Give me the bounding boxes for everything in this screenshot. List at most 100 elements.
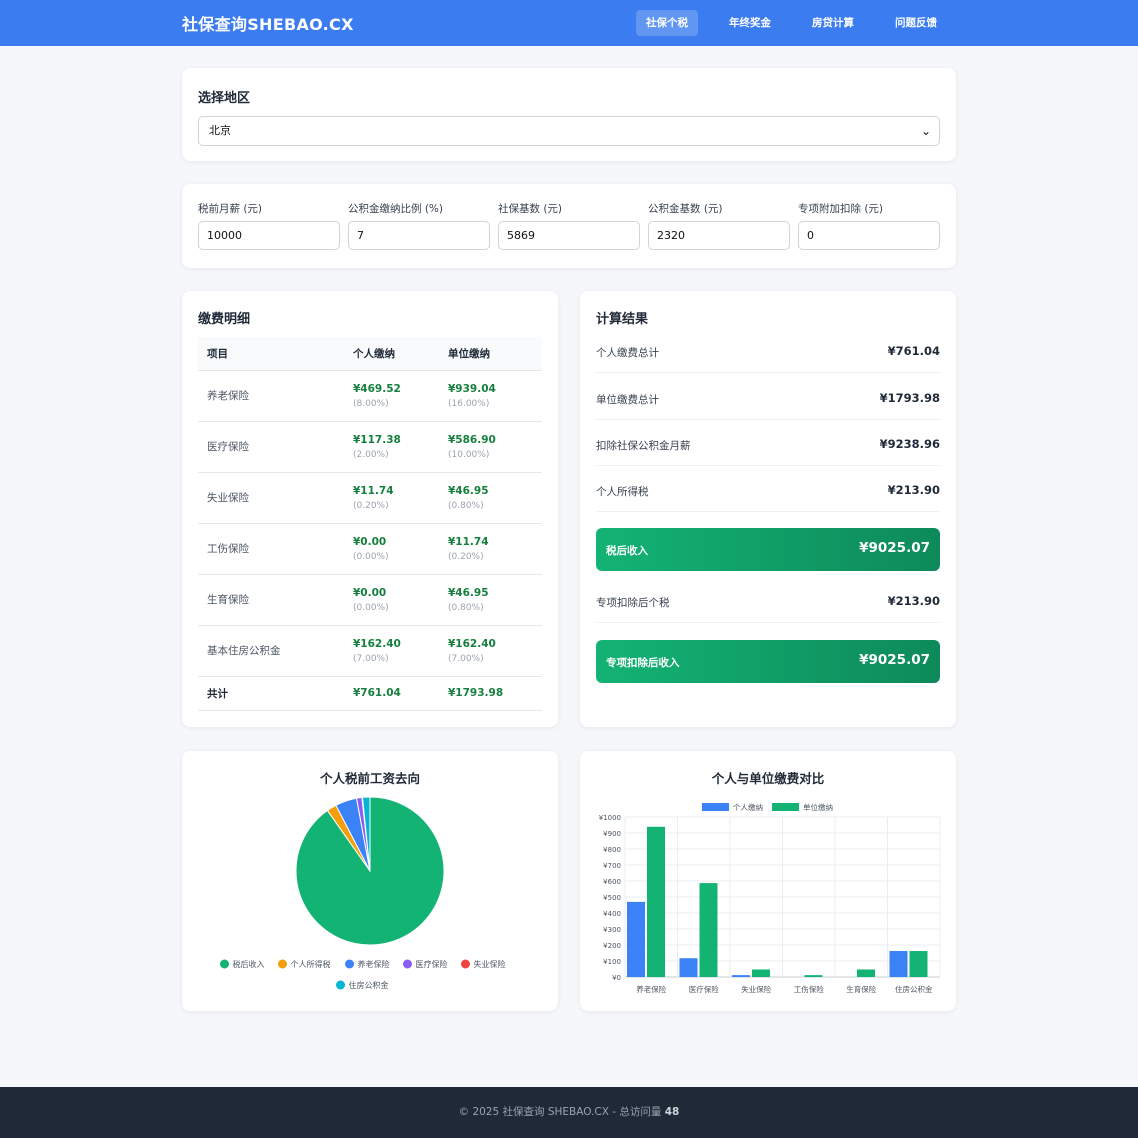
table-row: 医疗保险 ¥117.38 (2.00%) ¥586.90 (10.00%) (198, 421, 542, 473)
col-header-personal: 个人缴纳 (344, 337, 439, 371)
personal-percent: (8.00%) (353, 398, 389, 409)
legend-label: 个人缴纳 (733, 802, 763, 812)
legend-label: 养老保险 (358, 959, 390, 969)
y-tick-label: ¥300 (603, 926, 621, 934)
table-row: 生育保险 ¥0.00 (0.00%) ¥46.95 (0.80%) (198, 574, 542, 626)
row-personal: ¥469.52 (8.00%) (344, 370, 439, 422)
nav-link-feedback[interactable]: 问题反馈 (885, 10, 947, 36)
region-card: 选择地区 北京 ⌄ (182, 68, 956, 161)
x-tick-label: 住房公积金 (895, 984, 933, 994)
special-income-value: ¥9025.07 (859, 652, 930, 668)
legend-item[interactable]: 医疗保险 (403, 959, 448, 969)
top-navbar: 社保查询SHEBAO.CX 社保个税 年终奖金 房贷计算 问题反馈 (0, 0, 1138, 46)
fund-ratio-input[interactable]: 7 (348, 221, 490, 250)
nav-link-mortgage[interactable]: 房贷计算 (802, 10, 864, 36)
x-tick-label: 工伤保险 (794, 984, 824, 994)
row-item: 失业保险 (198, 472, 344, 524)
salary-flow-chart-card: 个人税前工资去向 税后收入 个人所得税 养老保险 医疗保险 失业保险 住房公积金 (182, 751, 558, 1011)
y-tick-label: ¥1000 (599, 814, 621, 822)
total-company: ¥1793.98 (439, 676, 542, 711)
brand-logo[interactable]: 社保查询SHEBAO.CX (182, 11, 354, 35)
personal-percent: (2.00%) (353, 449, 389, 460)
footer-text: © 2025 社保查询 SHEBAO.CX - 总访问量 (458, 1106, 662, 1118)
row-company: ¥162.40 (7.00%) (439, 625, 542, 677)
legend-item[interactable]: 失业保险 (461, 959, 506, 969)
personal-amount: ¥162.40 (353, 637, 401, 650)
visit-count: 48 (664, 1106, 680, 1118)
x-tick-label: 医疗保险 (689, 984, 719, 994)
col-header-company: 单位缴纳 (439, 337, 542, 371)
personal-percent: (0.20%) (353, 500, 389, 511)
row-personal: ¥0.00 (0.00%) (344, 574, 439, 626)
company-amount: ¥46.95 (448, 586, 489, 599)
legend-label: 税后收入 (233, 959, 265, 969)
personal-amount: ¥0.00 (353, 586, 387, 599)
field-fund-base: 公积金基数 (元) 2320 (648, 201, 790, 250)
row-personal: ¥117.38 (2.00%) (344, 421, 439, 473)
field-social-base: 社保基数 (元) 5869 (498, 201, 640, 250)
legend-swatch (220, 959, 229, 969)
y-tick-label: ¥600 (603, 878, 621, 886)
row-personal: ¥0.00 (0.00%) (344, 523, 439, 575)
company-percent: (0.80%) (448, 500, 484, 511)
legend-swatch (403, 959, 412, 969)
result-value: ¥213.90 (887, 483, 940, 497)
company-percent: (10.00%) (448, 449, 490, 460)
chevron-down-icon: ⌄ (920, 124, 931, 138)
detail-table: 项目 个人缴纳 单位缴纳 养老保险 ¥469.52 (8.00%) ¥939.04… (198, 337, 542, 711)
table-row: 养老保险 ¥469.52 (8.00%) ¥939.04 (16.00%) (198, 370, 542, 422)
result-label: 单位缴费总计 (596, 394, 659, 406)
total-personal-amount: ¥761.04 (353, 687, 401, 699)
personal-amount: ¥11.74 (353, 484, 394, 497)
company-amount: ¥939.04 (448, 382, 496, 395)
personal-percent: (7.00%) (353, 653, 389, 664)
personal-amount: ¥469.52 (353, 382, 401, 395)
legend-item[interactable]: 单位缴纳 (772, 802, 833, 812)
y-tick-label: ¥100 (603, 958, 621, 966)
legend-item[interactable]: 个人所得税 (278, 959, 331, 969)
company-percent: (16.00%) (448, 398, 490, 409)
result-row-income-tax: 个人所得税 ¥213.90 (596, 476, 940, 512)
field-salary: 税前月薪 (元) 10000 (198, 201, 340, 250)
region-select[interactable]: 北京 ⌄ (198, 116, 940, 146)
legend-swatch (461, 959, 470, 969)
row-personal: ¥162.40 (7.00%) (344, 625, 439, 677)
row-personal: ¥11.74 (0.20%) (344, 472, 439, 524)
y-tick-label: ¥700 (603, 862, 621, 870)
region-selected-value: 北京 (209, 124, 231, 137)
row-company: ¥939.04 (16.00%) (439, 370, 542, 422)
footer: © 2025 社保查询 SHEBAO.CX - 总访问量 48 (0, 1087, 1138, 1138)
salary-label: 税前月薪 (元) (198, 203, 263, 215)
result-value: ¥213.90 (887, 594, 940, 608)
company-percent: (0.20%) (448, 551, 484, 562)
social-base-input[interactable]: 5869 (498, 221, 640, 250)
fund-ratio-label: 公积金缴纳比例 (%) (348, 203, 444, 215)
result-label: 扣除社保公积金月薪 (596, 440, 691, 452)
result-title: 计算结果 (596, 312, 649, 327)
nav-link-social-tax[interactable]: 社保个税 (636, 10, 698, 36)
fund-base-input[interactable]: 2320 (648, 221, 790, 250)
legend-swatch (278, 959, 287, 969)
row-item: 基本住房公积金 (198, 625, 344, 677)
personal-amount: ¥0.00 (353, 535, 387, 548)
personal-percent: (0.00%) (353, 551, 389, 562)
legend-item[interactable]: 养老保险 (345, 959, 390, 969)
legend-item[interactable]: 个人缴纳 (702, 802, 763, 812)
total-company-amount: ¥1793.98 (448, 687, 504, 699)
y-tick-label: ¥800 (603, 846, 621, 854)
row-item: 养老保险 (198, 370, 344, 422)
legend-item[interactable]: 住房公积金 (336, 980, 389, 990)
result-label: 专项扣除后个税 (596, 597, 670, 609)
special-deduction-input[interactable]: 0 (798, 221, 940, 250)
legend-swatch (336, 980, 345, 990)
row-item: 工伤保险 (198, 523, 344, 575)
bar-personal-0 (627, 901, 645, 977)
legend-swatch (702, 803, 729, 811)
nav-link-year-bonus[interactable]: 年终奖金 (719, 10, 781, 36)
salary-input[interactable]: 10000 (198, 221, 340, 250)
contribution-compare-chart-card: 个人与单位缴费对比 个人缴纳 单位缴纳 ¥0 ¥100 ¥200 ¥300 ¥400 ¥500… (580, 751, 956, 1011)
field-fund-ratio: 公积金缴纳比例 (%) 7 (348, 201, 490, 250)
bar-chart: 个人缴纳 单位缴纳 ¥0 ¥100 ¥200 ¥300 ¥400 ¥500 ¥600 ¥700 ¥8… (599, 802, 941, 994)
special-deduction-label: 专项附加扣除 (元) (798, 203, 884, 215)
legend-item[interactable]: 税后收入 (220, 959, 265, 969)
